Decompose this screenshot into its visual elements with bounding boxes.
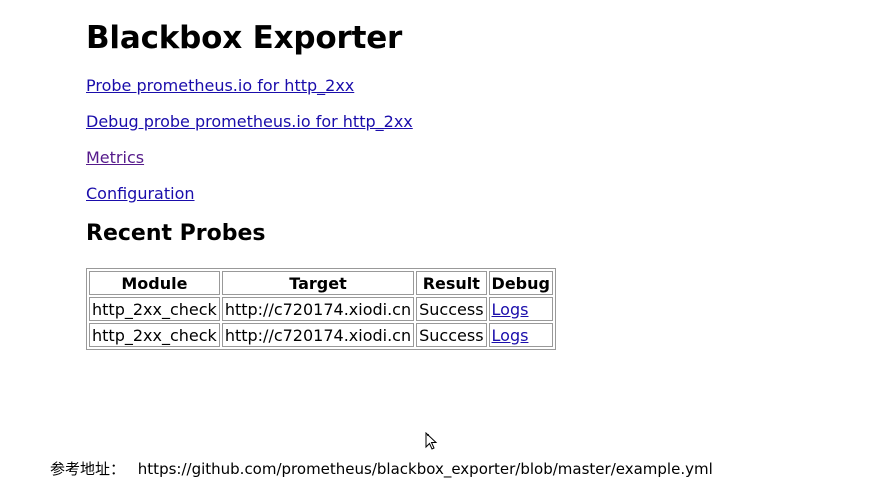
logs-link[interactable]: Logs [492,300,529,319]
result-cell: Success [416,297,487,321]
reference-url: https://github.com/prometheus/blackbox_e… [137,460,713,478]
module-cell: http_2xx_check [89,323,220,347]
column-header-target: Target [221,271,415,295]
link-item: Configuration [86,184,556,204]
link-item: Probe prometheus.io for http_2xx [86,76,556,96]
target-cell: http://c720174.xiodi.cn [221,297,415,321]
table-header-row: Module Target Result Debug [89,271,553,295]
debug-probe-link[interactable]: Debug probe prometheus.io for http_2xx [86,112,413,131]
debug-cell: Logs [488,297,553,321]
reference-line: 参考地址： https://github.com/prometheus/blac… [50,459,713,479]
module-cell: http_2xx_check [89,297,220,321]
configuration-link[interactable]: Configuration [86,184,195,203]
recent-probes-heading: Recent Probes [86,221,266,246]
reference-label: 参考地址： [50,460,126,478]
table-row: http_2xx_check http://c720174.xiodi.cn S… [89,323,553,347]
busy-cursor-icon [425,432,438,450]
logs-link[interactable]: Logs [492,326,529,345]
link-item: Metrics [86,148,556,168]
column-header-debug: Debug [488,271,553,295]
link-item: Debug probe prometheus.io for http_2xx [86,112,556,132]
debug-cell: Logs [488,323,553,347]
probe-link[interactable]: Probe prometheus.io for http_2xx [86,76,354,95]
target-cell: http://c720174.xiodi.cn [221,323,415,347]
column-header-module: Module [89,271,220,295]
page-title: Blackbox Exporter [86,20,403,56]
link-list: Probe prometheus.io for http_2xx Debug p… [86,76,556,204]
recent-probes-table: Module Target Result Debug http_2xx_chec… [86,268,556,350]
metrics-link[interactable]: Metrics [86,148,144,167]
page: Blackbox Exporter Probe prometheus.io fo… [0,0,889,499]
table-row: http_2xx_check http://c720174.xiodi.cn S… [89,297,553,321]
column-header-result: Result [416,271,487,295]
main-content: Blackbox Exporter Probe prometheus.io fo… [86,18,556,350]
result-cell: Success [416,323,487,347]
